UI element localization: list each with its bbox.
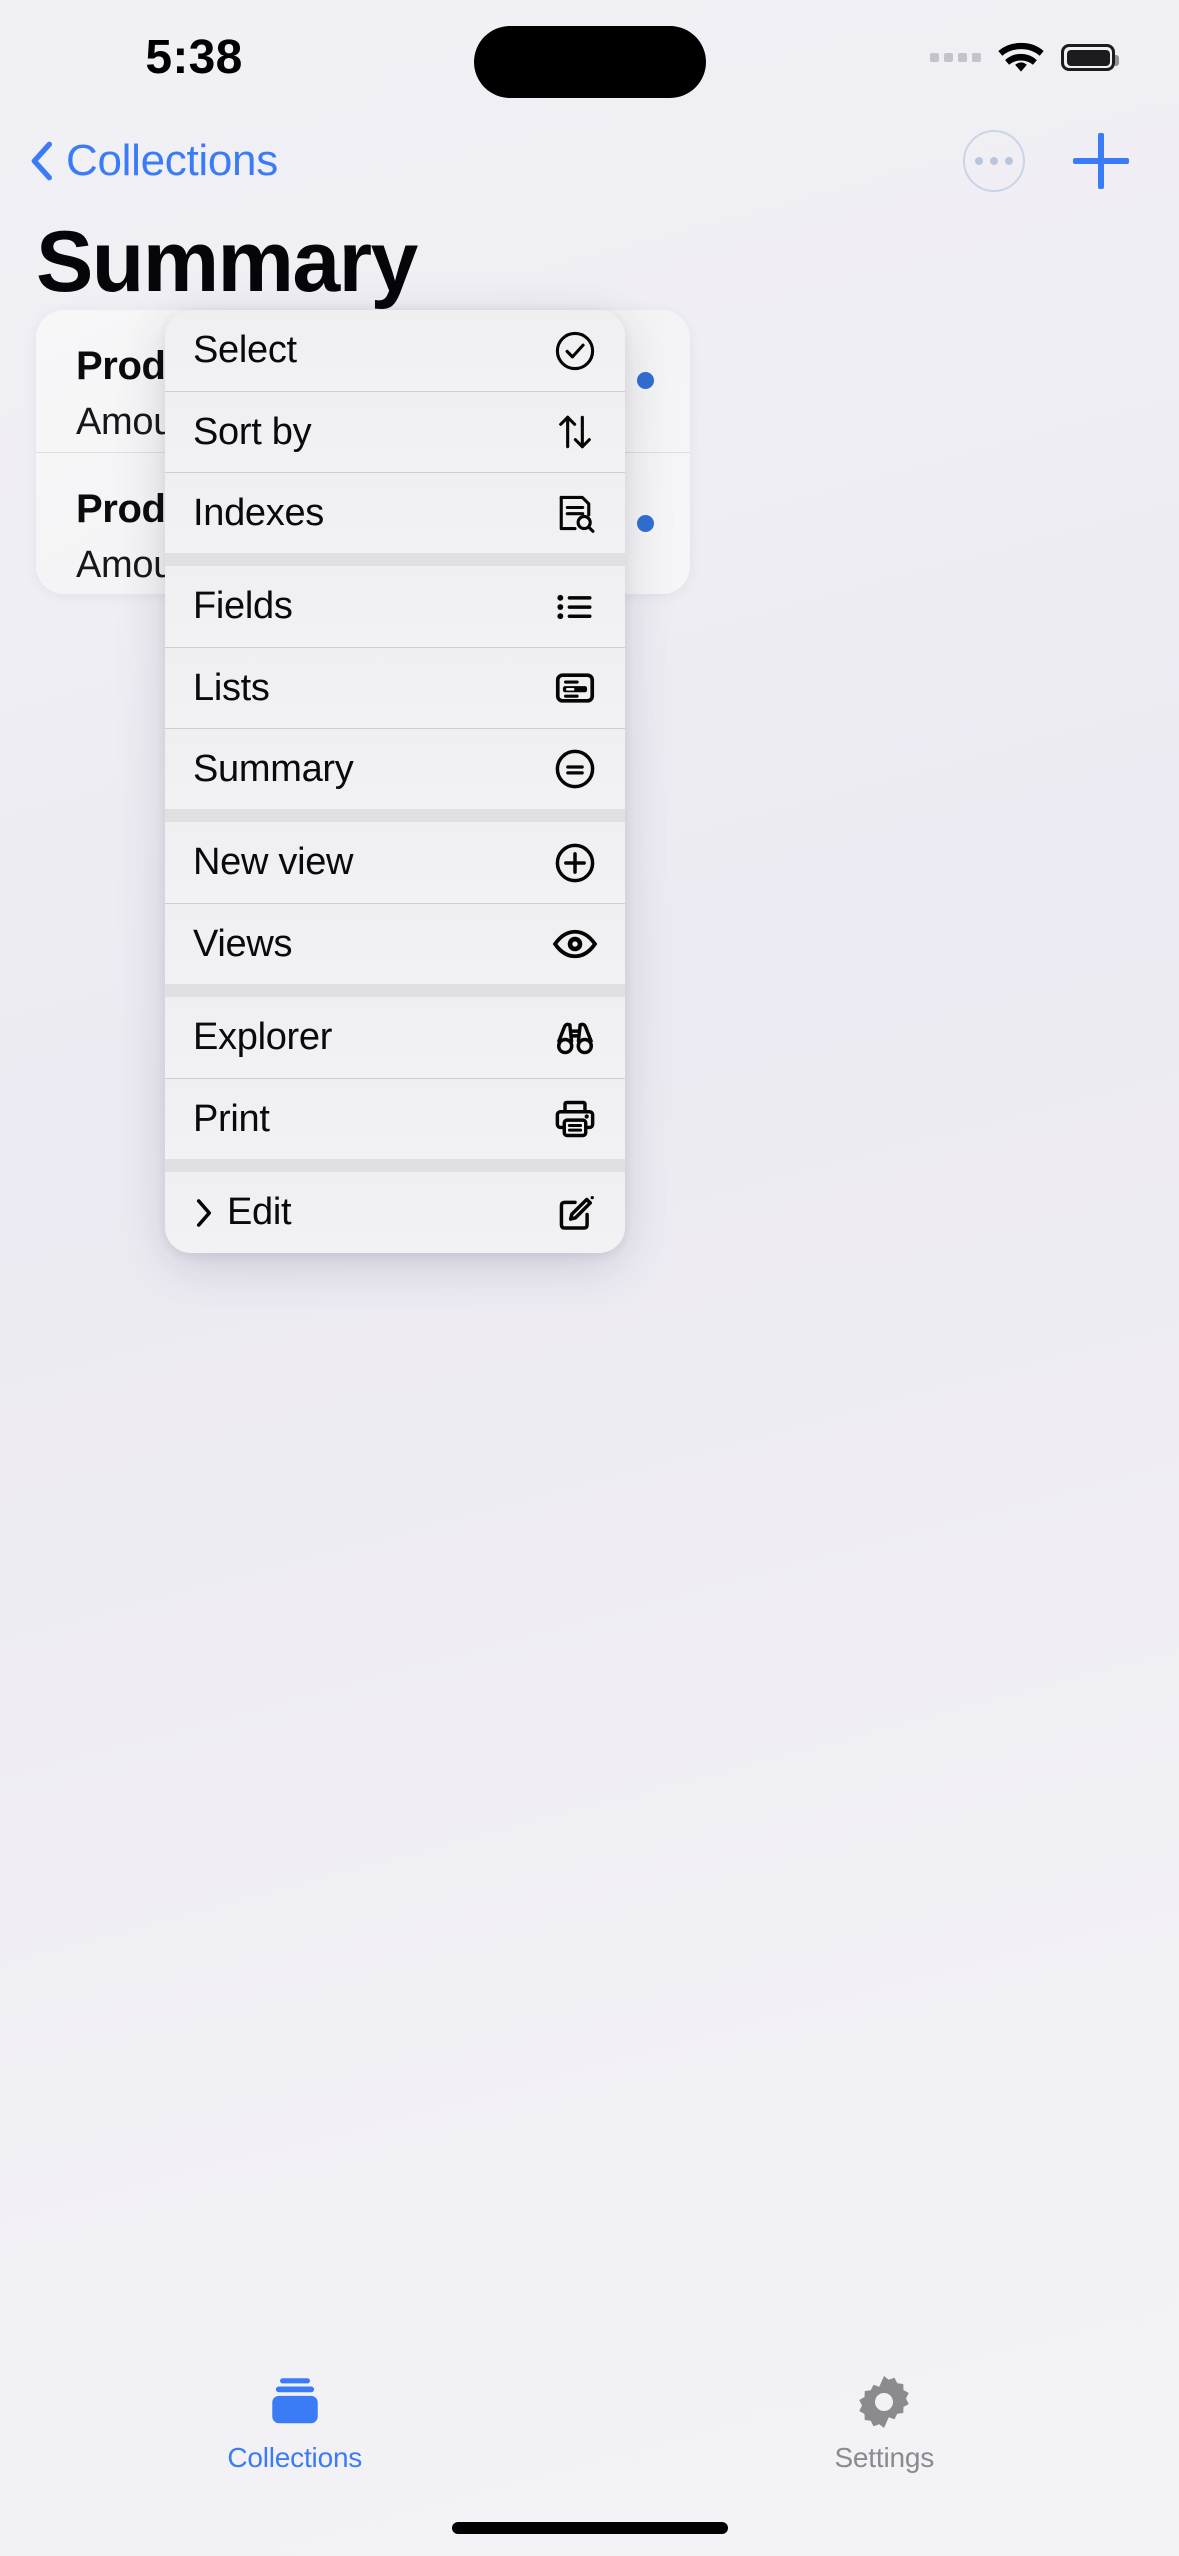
- menu-group-divider: [165, 984, 625, 997]
- tab-label: Collections: [227, 2442, 363, 2473]
- list-card-icon: [551, 664, 599, 712]
- menu-item-label: New view: [193, 841, 354, 883]
- binoculars-icon: [551, 1014, 599, 1062]
- collections-stack-icon: [264, 2370, 326, 2432]
- dynamic-island: [473, 26, 706, 98]
- context-menu-group: Edit: [165, 1172, 625, 1253]
- menu-item-label: Indexes: [193, 491, 324, 534]
- tab-label: Settings: [834, 2442, 935, 2473]
- home-indicator: [451, 2522, 728, 2534]
- menu-item-label: Fields: [193, 585, 293, 627]
- back-button-label: Collections: [66, 136, 278, 185]
- status-indicators: [930, 41, 1119, 75]
- equals-circle-icon: [551, 745, 599, 793]
- menu-item-lists[interactable]: Lists: [165, 647, 625, 728]
- menu-item-label: Select: [193, 329, 297, 371]
- context-menu-group: Fields Lists Summary: [165, 566, 625, 809]
- menu-item-label: Summary: [193, 747, 354, 790]
- context-menu: Select Sort by Indexes Fields Lists Summ…: [165, 310, 625, 1253]
- ellipsis-circle-icon[interactable]: [963, 130, 1025, 192]
- menu-group-divider: [165, 809, 625, 822]
- chevron-right-icon: [196, 1198, 212, 1227]
- cellular-dots-icon: [930, 53, 981, 62]
- checkmark-circle-icon: [551, 327, 599, 375]
- plus-circle-icon: [551, 839, 599, 887]
- square-pencil-icon: [551, 1189, 599, 1237]
- menu-group-divider: [165, 553, 625, 566]
- document-magnifier-icon: [551, 489, 599, 537]
- back-button[interactable]: Collections: [28, 136, 278, 186]
- gear-icon: [854, 2370, 914, 2432]
- page-title: Summary: [36, 214, 418, 310]
- status-bar: 5:38: [0, 0, 1179, 115]
- printer-icon: [551, 1095, 599, 1143]
- menu-item-new-view[interactable]: New view: [165, 822, 625, 903]
- context-menu-group: Select Sort by Indexes: [165, 310, 625, 553]
- menu-item-label: Views: [193, 922, 293, 965]
- menu-item-indexes[interactable]: Indexes: [165, 472, 625, 553]
- menu-item-label: Lists: [193, 666, 270, 709]
- context-menu-group: New view Views: [165, 822, 625, 984]
- menu-item-label: Edit: [227, 1191, 292, 1233]
- menu-item-print[interactable]: Print: [165, 1078, 625, 1159]
- status-time: 5:38: [145, 31, 243, 84]
- menu-group-divider: [165, 1159, 625, 1172]
- wifi-icon: [998, 42, 1044, 72]
- context-menu-group: Explorer Print: [165, 997, 625, 1159]
- menu-item-label: Explorer: [193, 1016, 333, 1058]
- chevron-left-icon: [31, 141, 52, 181]
- arrow-up-arrow-down-icon: [551, 408, 599, 456]
- menu-item-label: Print: [193, 1097, 270, 1140]
- menu-item-label: Sort by: [193, 410, 312, 453]
- eye-icon: [551, 920, 599, 968]
- bullet-list-icon: [551, 583, 599, 631]
- plus-icon[interactable]: [1073, 133, 1129, 189]
- battery-full-icon: [1061, 44, 1119, 71]
- menu-item-views[interactable]: Views: [165, 903, 625, 984]
- menu-item-sort-by[interactable]: Sort by: [165, 391, 625, 472]
- menu-item-select[interactable]: Select: [165, 310, 625, 391]
- menu-item-edit[interactable]: Edit: [165, 1172, 625, 1253]
- menu-item-fields[interactable]: Fields: [165, 566, 625, 647]
- menu-item-explorer[interactable]: Explorer: [165, 997, 625, 1078]
- menu-item-summary[interactable]: Summary: [165, 728, 625, 809]
- navigation-bar: Collections: [0, 115, 1179, 207]
